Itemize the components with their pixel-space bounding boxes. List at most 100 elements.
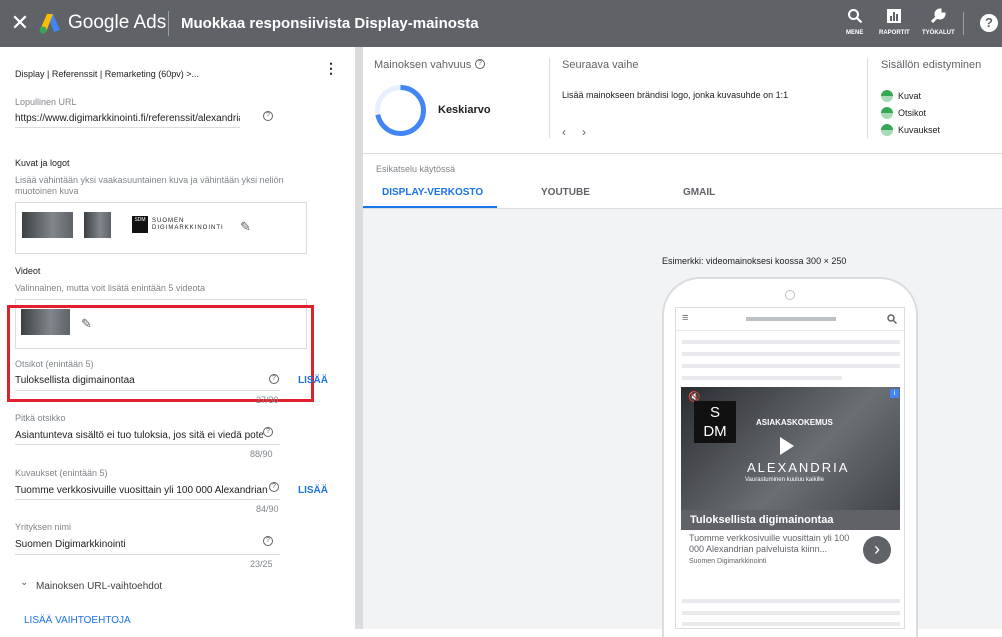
- help-icon[interactable]: ?: [980, 14, 998, 32]
- screen-header-divider: [676, 330, 904, 331]
- search-tool-button[interactable]: MENE: [846, 8, 863, 36]
- long-headline-help-icon[interactable]: ?: [263, 427, 273, 437]
- chevron-down-icon[interactable]: ⌄: [20, 577, 28, 588]
- google-ads-logo-icon: [39, 14, 60, 34]
- headline-counter: 27/30: [256, 395, 279, 405]
- more-options-button[interactable]: LISÄÄ VAIHTOEHTOJA: [24, 615, 131, 626]
- ad-next-arrow-icon[interactable]: ›: [863, 536, 891, 564]
- page-title: Muokkaa responsiivista Display-mainosta: [181, 15, 479, 32]
- ad-video[interactable]: 🔇 i S DM ASIAKASKOKEMUS ALEXANDRIA Vaura…: [681, 387, 900, 530]
- ad-brand: ALEXANDRIA: [747, 460, 850, 475]
- tools-tool-label: TYÖKALUT: [922, 30, 955, 36]
- tab-youtube[interactable]: YOUTUBE: [541, 187, 590, 198]
- previous-suggestion-icon[interactable]: ‹: [562, 125, 566, 139]
- ad-info-icon[interactable]: i: [890, 389, 899, 398]
- ad-headline: Tuloksellista digimainontaa: [690, 514, 834, 526]
- headline-input[interactable]: Tuloksellista digimainontaa: [15, 375, 135, 386]
- address-placeholder: [746, 317, 836, 321]
- phone-camera: [785, 290, 795, 300]
- next-step-text: Lisää mainokseen brändisi logo, jonka ku…: [562, 90, 789, 100]
- card-divider: [867, 58, 868, 138]
- reports-tool-label: RAPORTIT: [879, 30, 910, 36]
- headline-underline: [15, 390, 280, 391]
- ad-strength-help-icon[interactable]: ?: [475, 59, 485, 69]
- image-thumbnail[interactable]: [22, 212, 73, 238]
- preview-tabs: Esikatselu käytössä DISPLAY-VERKOSTO YOU…: [363, 154, 1002, 209]
- placeholder-line: [682, 364, 900, 368]
- videos-highlight-box: [7, 305, 314, 402]
- play-icon[interactable]: [780, 437, 794, 455]
- description-underline: [15, 499, 280, 500]
- ad-tagline: Vaurastuminen kuuluu kaikille: [745, 477, 824, 483]
- images-progress-label: Kuvat: [898, 91, 922, 101]
- description-input[interactable]: Tuomme verkkosivuille vuosittain yli 100…: [15, 485, 269, 496]
- images-hint: Lisää vähintään yksi vaakasuuntainen kuv…: [15, 175, 284, 196]
- search-icon: [887, 314, 897, 324]
- final-url-underline: [15, 127, 240, 128]
- add-headline-button[interactable]: LISÄÄ: [298, 375, 328, 386]
- card-divider: [549, 58, 550, 138]
- business-name-help-icon[interactable]: ?: [263, 536, 273, 546]
- search-tool-label: MENE: [846, 30, 864, 36]
- ad-editor-panel: Display | Referenssit | Remarketing (60p…: [0, 47, 355, 629]
- logo-text-line1: SUOMEN: [152, 218, 185, 224]
- toolbar-divider: [963, 12, 964, 35]
- image-thumbnail-square[interactable]: [84, 212, 111, 238]
- headlines-label: Otsikot (enintään 5): [15, 359, 94, 369]
- reports-tool-button[interactable]: RAPORTIT: [879, 8, 910, 36]
- ad-advertiser: Suomen Digimarkkinointi: [689, 558, 767, 565]
- business-name-underline: [15, 554, 280, 555]
- ad-strength-value: Keskiarvo: [438, 104, 491, 116]
- long-headline-label: Pitkä otsikko: [15, 413, 66, 423]
- final-url-help-icon[interactable]: ?: [263, 111, 273, 121]
- long-headline-input[interactable]: Asiantunteva sisältö ei tuo tuloksia, jo…: [15, 430, 263, 441]
- preview-example-caption: Esimerkki: videomainoksesi koossa 300 × …: [662, 256, 847, 266]
- placeholder-line: [682, 599, 900, 603]
- final-url-input[interactable]: https://www.digimarkkinointi.fi/referens…: [15, 113, 240, 124]
- ad-strength-card: Mainoksen vahvuus ? Keskiarvo Seuraava v…: [363, 47, 1002, 154]
- top-bar: ✕ Google Ads Muokkaa responsiivista Disp…: [0, 0, 1002, 47]
- business-name-label: Yrityksen nimi: [15, 522, 72, 532]
- tools-tool-button[interactable]: TYÖKALUT: [922, 8, 955, 36]
- bar-chart-icon: [887, 9, 902, 23]
- business-name-input[interactable]: Suomen Digimarkkinointi: [15, 539, 126, 550]
- close-icon[interactable]: ✕: [9, 12, 31, 34]
- description-help-icon[interactable]: ?: [269, 482, 279, 492]
- placeholder-line: [682, 611, 900, 615]
- ad-kicker: ASIAKASKOKEMUS: [756, 418, 833, 427]
- url-options-toggle[interactable]: Mainoksen URL-vaihtoehdot: [36, 581, 162, 592]
- next-step-label: Seuraava vaihe: [562, 59, 639, 71]
- logo-thumbnail[interactable]: SDM: [132, 216, 148, 233]
- next-suggestion-icon[interactable]: ›: [582, 125, 586, 139]
- ad-strength-label: Mainoksen vahvuus: [374, 59, 472, 71]
- search-icon: [847, 9, 862, 24]
- sdm-logo-top: S: [709, 404, 720, 421]
- images-box[interactable]: SDM SUOMEN DIGIMARKKINOINTI ✎: [15, 202, 307, 254]
- placeholder-line: [682, 622, 900, 626]
- placeholder-line: [682, 352, 900, 356]
- sdm-logo-bottom: DM: [703, 423, 727, 440]
- videos-hint: Valinnainen, mutta voit lisätä enintään …: [15, 283, 205, 293]
- description-counter: 84/90: [256, 504, 279, 514]
- title-divider: [168, 11, 169, 36]
- campaign-breadcrumb[interactable]: Display | Referenssit | Remarketing (60p…: [15, 69, 199, 79]
- headlines-progress-label: Otsikot: [898, 108, 927, 118]
- ad-headline-bar[interactable]: Tuloksellista digimainontaa: [681, 510, 900, 530]
- ad-strength-gauge: [375, 85, 426, 136]
- wrench-icon: [931, 8, 946, 24]
- headlines-progress-icon: [881, 107, 893, 119]
- edit-images-pencil-icon[interactable]: ✎: [240, 219, 251, 235]
- google-ads-brand: Google Ads: [68, 12, 167, 33]
- headline-help-icon[interactable]: ?: [269, 374, 279, 384]
- tab-display-network[interactable]: DISPLAY-VERKOSTO: [382, 187, 483, 198]
- content-progress-label: Sisällön edistyminen: [881, 59, 982, 71]
- long-headline-counter: 88/90: [250, 449, 273, 459]
- placeholder-line: [682, 376, 842, 380]
- add-description-button[interactable]: LISÄÄ: [298, 485, 328, 496]
- active-tab-indicator: [363, 206, 497, 208]
- ad-description: Tuomme verkkosivuille vuosittain yli 100…: [689, 533, 850, 554]
- images-progress-icon: [881, 90, 893, 102]
- final-url-label: Lopullinen URL: [15, 97, 77, 107]
- more-vert-icon[interactable]: ⋮: [324, 61, 338, 75]
- tab-gmail[interactable]: GMAIL: [683, 187, 715, 198]
